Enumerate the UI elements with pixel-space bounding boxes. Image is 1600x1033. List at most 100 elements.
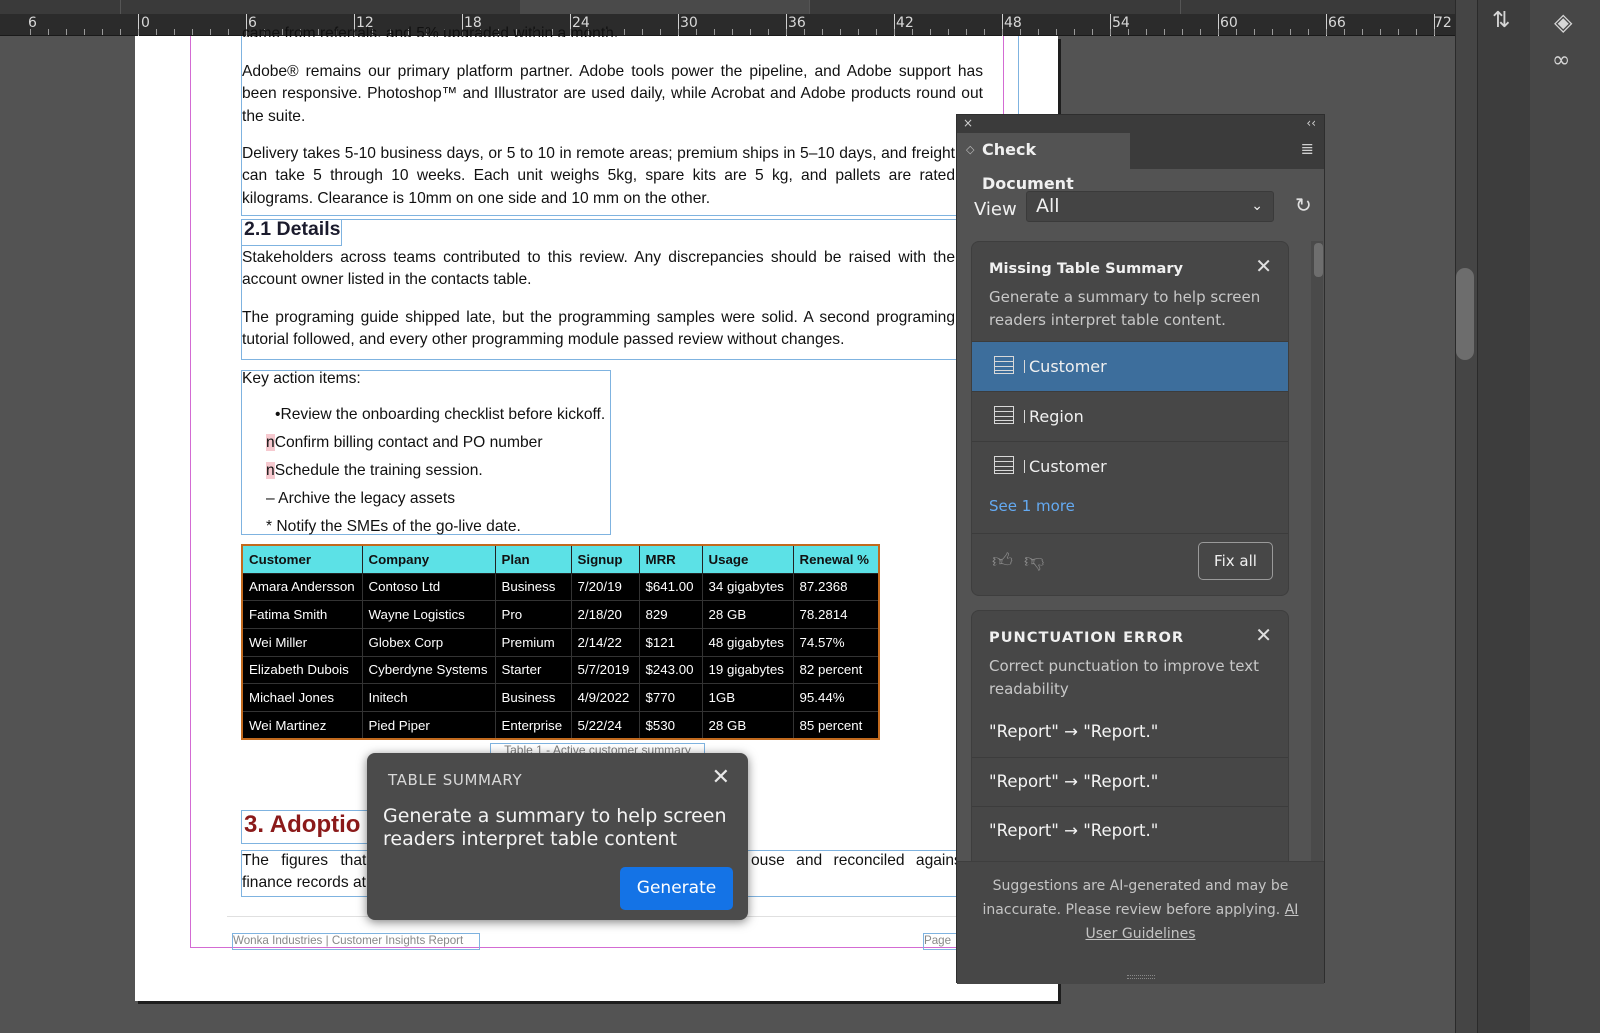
table-header-cell: MRR <box>638 544 703 574</box>
close-panel-icon[interactable]: × <box>963 116 973 130</box>
close-icon[interactable]: ✕ <box>712 765 730 790</box>
close-icon[interactable]: ✕ <box>1255 623 1272 647</box>
issues-list[interactable]: Missing Table Summary ✕ Generate a summa… <box>971 241 1311 861</box>
table-cell: 28 GB <box>701 600 794 629</box>
table-cell: 82 percent <box>792 655 880 685</box>
close-icon[interactable]: ✕ <box>1255 254 1272 278</box>
refresh-icon[interactable]: ↻ <box>1295 193 1312 217</box>
table-cell: 87.2368 <box>792 572 880 602</box>
table-header-cell: Plan <box>494 544 572 574</box>
table-cell: 2/14/22 <box>570 627 640 657</box>
ai-disclaimer: Suggestions are AI-generated and may be … <box>957 861 1324 984</box>
heading-adoption: 3. Adoptio <box>244 811 361 838</box>
table-cell: Business <box>494 683 572 712</box>
table-cell: Pro <box>494 600 572 629</box>
paragraph-figures-left: The figures that f <box>242 852 384 869</box>
issue-item-customer[interactable]: Customer <box>972 441 1288 491</box>
table-summary-popover: TABLE SUMMARY ✕ Generate a summary to he… <box>367 753 748 920</box>
table-cell: 95.44% <box>792 683 880 712</box>
table-header-cell: Usage <box>701 544 794 574</box>
table-cell: $243.00 <box>638 655 703 685</box>
document-tab-strip <box>0 0 1455 14</box>
footer-page-number: Page 3 <box>924 934 954 947</box>
table-row: Wei Miller Globex Corp Premium 2/14/22 $… <box>241 627 880 657</box>
punctuation-error-card: PUNCTUATION ERROR ✕ Correct punctuation … <box>971 610 1289 861</box>
table-cell: Enterprise <box>494 710 572 740</box>
table-cell: Pied Piper <box>361 710 496 740</box>
table-cell: $121 <box>638 627 703 657</box>
popover-title: TABLE SUMMARY <box>388 771 523 789</box>
list-item: •Review the onboarding checklist before … <box>275 406 606 423</box>
missing-table-summary-card: Missing Table Summary ✕ Generate a summa… <box>971 241 1289 596</box>
paragraph-programing: The programing guide shipped late, but t… <box>242 309 955 349</box>
table-row: Amara Andersson Contoso Ltd Business 7/2… <box>241 572 880 602</box>
issue-item-punctuation[interactable]: "Report" → "Report." <box>972 708 1288 758</box>
view-select[interactable]: All ⌄ <box>1026 191 1274 222</box>
issue-item-punctuation[interactable]: "Report" → "Report." <box>972 757 1288 807</box>
table-icon <box>994 406 1025 424</box>
cut-off-line: came from referrals, and 5% upgraded wit… <box>242 25 619 37</box>
issue-item-punctuation[interactable]: "Report" → "Report." <box>972 806 1288 856</box>
table-icon <box>994 456 1025 474</box>
customer-table[interactable]: Customer Company Plan Signup MRR Usage R… <box>241 544 880 741</box>
resize-grip[interactable] <box>1127 975 1155 979</box>
list-item: nSchedule the training session. <box>266 462 483 479</box>
paragraph-stakeholders: Stakeholders across teams contributed to… <box>242 249 955 289</box>
thumbs-up-icon[interactable]: 👍︎ <box>992 548 1013 573</box>
footer-left: Wonka Industries | Customer Insights Rep… <box>233 934 464 947</box>
table-cell: 1GB <box>701 683 794 712</box>
card-description: Correct punctuation to improve text read… <box>989 657 1259 698</box>
table-cell: 5/7/2019 <box>570 655 640 685</box>
table-cell: Michael Jones <box>241 683 363 712</box>
table-cell: 7/20/19 <box>570 572 640 602</box>
table-header-cell: Company <box>361 544 496 574</box>
table-row: Wei Martinez Pied Piper Enterprise 5/22/… <box>241 710 880 740</box>
page-transition-icon[interactable]: ⇅ <box>1492 8 1510 33</box>
table-row: Elizabeth Dubois Cyberdyne Systems Start… <box>241 655 880 685</box>
drag-handle-icon[interactable]: ◇ <box>966 133 974 167</box>
tool-strip: ⇅ <box>1455 0 1530 1033</box>
fix-all-button[interactable]: Fix all <box>1198 542 1273 580</box>
list-item: nConfirm billing contact and PO number <box>266 434 543 451</box>
see-more-link[interactable]: See 1 more <box>989 497 1075 515</box>
thumbs-down-icon[interactable]: 👎︎ <box>1024 548 1044 573</box>
table-cell: 48 gigabytes <box>701 627 794 657</box>
table-icon <box>994 356 1025 374</box>
table-cell: Wayne Logistics <box>361 600 496 629</box>
panel-menu-icon[interactable]: ≣ <box>1301 139 1314 158</box>
check-document-panel: × ‹‹ ◇ Check Document ≣ View All ⌄ ↻ Mis… <box>956 114 1325 984</box>
generate-button[interactable]: Generate <box>620 867 733 910</box>
paragraph-delivery: Delivery takes 5-10 business days, or 5 … <box>242 145 955 207</box>
paragraph-figures-right: ouse and reconciled against <box>751 852 967 869</box>
table-cell: Starter <box>494 655 572 685</box>
issue-item-customer[interactable]: Customer <box>972 341 1288 391</box>
table-cell: Business <box>494 572 572 602</box>
chevron-down-icon: ⌄ <box>1251 198 1263 214</box>
links-icon[interactable]: ∞ <box>1552 48 1570 73</box>
issue-item-region[interactable]: Region <box>972 391 1288 441</box>
collapse-panel-icon[interactable]: ‹‹ <box>1306 116 1316 130</box>
flagged-marker: n <box>266 462 275 479</box>
document-scrollbar-thumb[interactable] <box>1456 268 1474 360</box>
table-cell: 34 gigabytes <box>701 572 794 602</box>
table-cell: Contoso Ltd <box>361 572 496 602</box>
heading-details: 2.1 Details <box>244 218 341 240</box>
panel-scrollbar[interactable] <box>1311 241 1323 861</box>
table-cell: 19 gigabytes <box>701 655 794 685</box>
layers-icon[interactable]: ◈ <box>1554 8 1572 36</box>
flagged-marker: n <box>266 434 275 451</box>
table-row: Michael Jones Initech Business 4/9/2022 … <box>241 683 880 712</box>
list-frame[interactable] <box>241 370 611 535</box>
list-item: * Notify the SMEs of the go-live date. <box>266 518 521 535</box>
table-cell: 74.57% <box>792 627 880 657</box>
table-cell: Amara Andersson <box>241 572 363 602</box>
table-header-cell: Customer <box>241 544 363 574</box>
tab-check-document[interactable]: ◇ Check Document <box>957 133 1130 193</box>
table-cell: Wei Miller <box>241 627 363 657</box>
table-cell: Wei Martinez <box>241 710 363 740</box>
table-header-cell: Signup <box>570 544 640 574</box>
table-cell: Globex Corp <box>361 627 496 657</box>
paragraph-figures-line2: finance records at <box>242 874 366 891</box>
table-cell: 4/9/2022 <box>570 683 640 712</box>
panel-scrollbar-thumb[interactable] <box>1314 243 1323 277</box>
